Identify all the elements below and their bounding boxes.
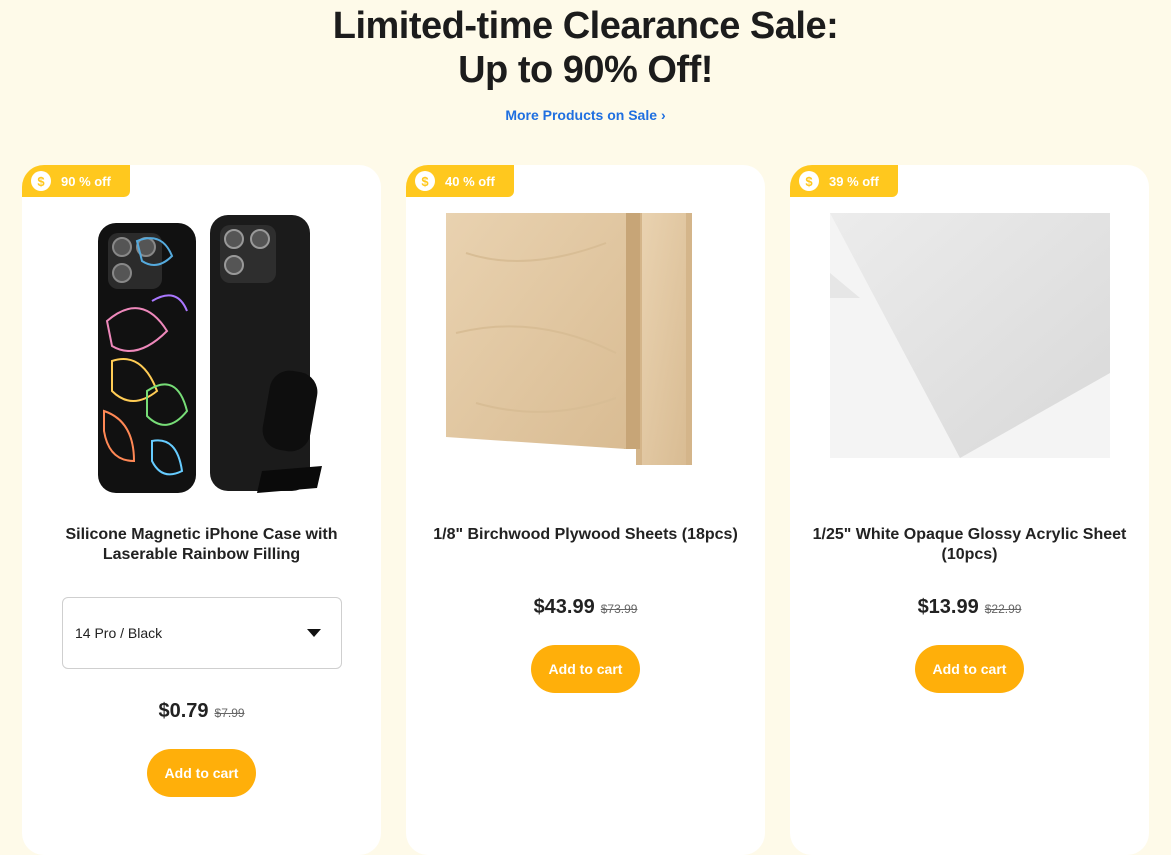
price-row: $0.79 $7.99	[22, 700, 381, 723]
discount-badge: $ 90 % off	[22, 165, 130, 197]
dollar-coin-icon: $	[799, 171, 819, 191]
product-card-plywood[interactable]: $ 40 % off 1/8" Birchwood Plywood Sheets…	[406, 165, 765, 855]
more-products-label: More Products on Sale	[505, 107, 658, 123]
add-to-cart-button[interactable]: Add to cart	[531, 645, 640, 693]
product-title: 1/8" Birchwood Plywood Sheets (18pcs)	[433, 526, 738, 543]
dollar-coin-icon: $	[31, 171, 51, 191]
acrylic-sheet-image[interactable]	[830, 213, 1110, 458]
original-price: $73.99	[600, 602, 638, 616]
sale-price: $43.99	[533, 596, 595, 618]
more-products-link[interactable]: More Products on Sale ›	[0, 107, 1171, 123]
discount-badge: $ 39 % off	[790, 165, 898, 197]
product-title: 1/25" White Opaque Glossy Acrylic Sheet …	[812, 526, 1127, 563]
product-card-phone-case[interactable]: $ 90 % off Silicone Magnetic iPhone Case…	[22, 165, 381, 855]
plywood-image[interactable]	[446, 213, 692, 465]
discount-badge: $ 40 % off	[406, 165, 514, 197]
discount-label: 39 % off	[829, 173, 879, 189]
price-row: $43.99 $73.99	[406, 596, 765, 619]
discount-label: 40 % off	[445, 173, 495, 189]
sale-price: $0.79	[158, 700, 209, 722]
original-price: $7.99	[214, 706, 245, 720]
dollar-coin-icon: $	[415, 171, 435, 191]
caret-down-icon	[307, 629, 321, 637]
price-row: $13.99 $22.99	[790, 596, 1149, 619]
add-to-cart-button[interactable]: Add to cart	[147, 749, 256, 797]
product-title: Silicone Magnetic iPhone Case with Laser…	[65, 526, 338, 563]
sale-price: $13.99	[917, 596, 979, 618]
variant-value: 14 Pro / Black	[75, 625, 163, 641]
original-price: $22.99	[984, 602, 1022, 616]
page-title: Limited-time Clearance Sale: Up to 90% O…	[0, 4, 1171, 92]
title-line-2: Up to 90% Off!	[458, 49, 713, 91]
add-to-cart-button[interactable]: Add to cart	[915, 645, 1024, 693]
product-card-acrylic[interactable]: $ 39 % off 1/25" White Opaque Glossy Acr…	[790, 165, 1149, 855]
title-line-1: Limited-time Clearance Sale:	[332, 5, 839, 47]
phone-case-image[interactable]	[92, 211, 322, 496]
chevron-right-icon: ›	[661, 107, 666, 123]
discount-label: 90 % off	[61, 173, 111, 189]
variant-select[interactable]: 14 Pro / Black	[62, 597, 342, 669]
